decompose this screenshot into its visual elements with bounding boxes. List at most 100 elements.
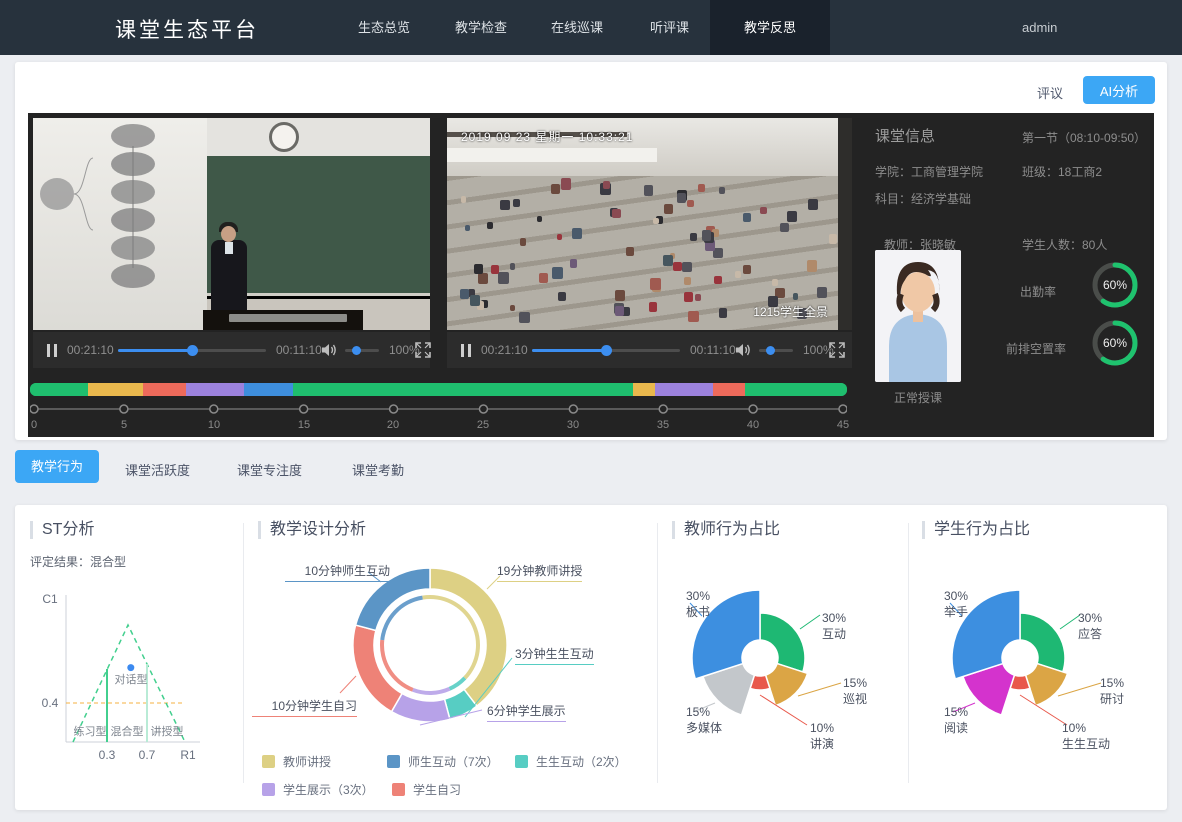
- ai-analysis-button[interactable]: AI分析: [1083, 76, 1155, 104]
- class-info-title: 课堂信息: [875, 125, 935, 146]
- tab-class-attendance[interactable]: 课堂考勤: [352, 460, 404, 479]
- front-row-vacancy-value: 60%: [1090, 336, 1140, 350]
- label-jushou: 30%举手: [944, 588, 968, 620]
- label-duomeiti: 15%多媒体: [686, 704, 722, 736]
- session-time: 第一节（08:10-09:50）: [1022, 129, 1146, 146]
- teacher-video[interactable]: [33, 118, 430, 330]
- student-figure: [698, 184, 705, 192]
- legend-label: 生生互动（2次）: [536, 753, 627, 770]
- student-behavior-title: 学生行为占比: [922, 521, 1030, 539]
- fullscreen-icon[interactable]: [415, 332, 431, 368]
- legend-item: 教师讲授: [262, 753, 331, 770]
- pause-button[interactable]: [461, 332, 471, 368]
- behavior-timeline-bar[interactable]: [30, 383, 847, 396]
- timeline-segment: [655, 383, 713, 396]
- student-figure: [684, 277, 691, 285]
- student-figure: [673, 262, 682, 272]
- tab-class-focus[interactable]: 课堂专注度: [237, 460, 302, 479]
- student-figure: [719, 187, 725, 194]
- nav-item-listen-evaluate[interactable]: 听评课: [650, 0, 689, 55]
- st-analysis-title: ST分析: [30, 521, 94, 539]
- legend-label: 师生互动（7次）: [408, 753, 499, 770]
- pause-button[interactable]: [47, 332, 57, 368]
- st-threshold-label: 0.4: [42, 696, 59, 710]
- review-button[interactable]: 评议: [1037, 83, 1063, 102]
- teacher-collar: [225, 242, 233, 254]
- progress-handle[interactable]: [601, 345, 612, 356]
- st-region-dialogue: 对话型: [115, 672, 148, 686]
- student-figure: [537, 216, 542, 222]
- student-figure: [539, 273, 548, 283]
- label-shengsheng-hudong: 10%生生互动: [1062, 720, 1110, 752]
- student-figure: [780, 223, 789, 233]
- wall-clock: [269, 122, 299, 152]
- nav-item-online-patrol[interactable]: 在线巡课: [551, 0, 603, 55]
- students-video[interactable]: 2019 09 23 星期一 10:33:21 1215学生全景: [447, 118, 852, 330]
- user-menu[interactable]: admin: [1022, 0, 1057, 55]
- st-result: 评定结果：混合型: [30, 553, 126, 570]
- fullscreen-icon[interactable]: [829, 332, 845, 368]
- speaker-icon[interactable]: [735, 332, 752, 368]
- student-figure: [474, 264, 483, 274]
- nav-item-teaching-reflection[interactable]: 教学反思: [710, 0, 830, 55]
- attendance-rate-value: 60%: [1090, 278, 1140, 292]
- callout-shisheng: 10分钟师生互动: [285, 562, 390, 582]
- student-figure: [682, 262, 692, 273]
- student-figure: [772, 279, 778, 286]
- student-figure: [561, 178, 571, 189]
- teacher-behavior-title: 教师行为占比: [672, 521, 780, 539]
- student-figure: [500, 200, 509, 210]
- student-figure: [653, 218, 658, 224]
- student-figure: [519, 312, 530, 324]
- legend-label: 学生自习: [413, 781, 461, 798]
- volume-slider[interactable]: [759, 332, 793, 368]
- st-region-mixed: 混合型: [111, 724, 144, 738]
- teacher-photo: [875, 250, 961, 382]
- keyboard: [229, 314, 347, 322]
- tick-15: 15: [289, 419, 319, 431]
- progress-handle[interactable]: [187, 345, 198, 356]
- student-figure: [695, 294, 701, 301]
- legend-swatch: [392, 783, 405, 796]
- tick-30: 30: [558, 419, 588, 431]
- projector-screen: [33, 118, 207, 330]
- student-figure: [558, 292, 566, 301]
- student-figure: [510, 305, 515, 311]
- student-figure: [478, 273, 488, 284]
- classroom-back-wall: [447, 118, 852, 176]
- nav-item-teaching-check[interactable]: 教学检查: [455, 0, 507, 55]
- camera-timestamp: 2019 09 23 星期一 10:33:21: [461, 128, 633, 145]
- tab-class-activity[interactable]: 课堂活跃度: [125, 460, 190, 479]
- app-title: 课堂生态平台: [115, 14, 259, 44]
- slide-diagram: [33, 118, 207, 330]
- teacher-head: [221, 226, 236, 242]
- tick-35: 35: [648, 419, 678, 431]
- student-figure: [702, 230, 711, 240]
- student-figure: [487, 222, 493, 229]
- timeline-slider[interactable]: [30, 401, 847, 417]
- student-figure: [829, 234, 837, 243]
- tick-25: 25: [468, 419, 498, 431]
- volume-slider[interactable]: [345, 332, 379, 368]
- progress-bar[interactable]: [118, 332, 266, 368]
- student-figure: [719, 308, 727, 317]
- student-figure: [513, 199, 520, 207]
- student-figure: [551, 184, 561, 195]
- callout-zixi: 10分钟学生自习: [252, 697, 357, 717]
- whiteboard-band: [447, 148, 657, 162]
- student-figure: [664, 204, 673, 214]
- student-figure: [714, 276, 722, 285]
- timeline-segment: [633, 383, 655, 396]
- nav-item-eco-overview[interactable]: 生态总览: [358, 0, 410, 55]
- student-figure: [690, 233, 697, 241]
- student-figure: [491, 265, 499, 274]
- tick-5: 5: [109, 419, 139, 431]
- timeline-axis: 0 5 10 15 20 25 30 35 40 45: [30, 419, 847, 433]
- speaker-icon[interactable]: [321, 332, 338, 368]
- progress-bar[interactable]: [532, 332, 680, 368]
- tab-teaching-behavior[interactable]: 教学行为: [15, 450, 99, 483]
- page: 课堂生态平台 生态总览 教学检查 在线巡课 听评课 教学反思 admin 评议 …: [0, 0, 1182, 822]
- media-zone: 2019 09 23 星期一 10:33:21 1215学生全景 00:21:1…: [28, 113, 1154, 437]
- st-xtick-r1: R1: [180, 748, 196, 762]
- front-row-vacancy-label: 前排空置率: [1006, 340, 1066, 357]
